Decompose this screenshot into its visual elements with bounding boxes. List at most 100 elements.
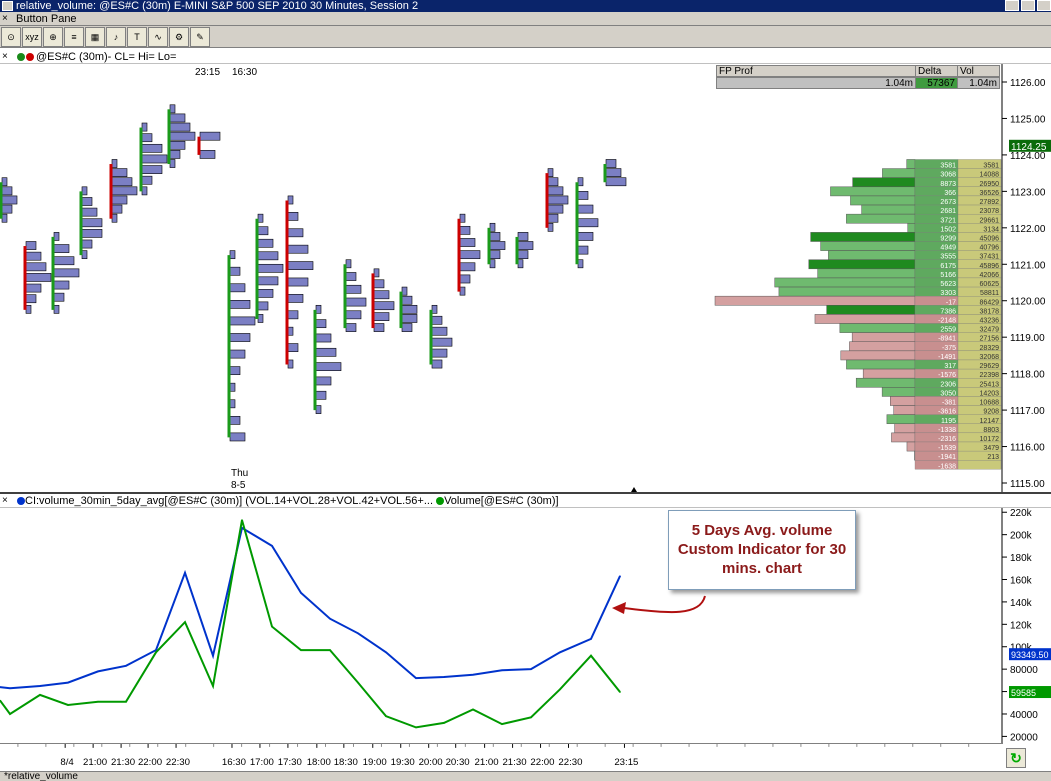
volume-profile-bar xyxy=(814,314,916,324)
avg-volume-line-point xyxy=(357,632,359,635)
price-tick-label: 1123.00 xyxy=(1010,187,1046,198)
close-window-button[interactable] xyxy=(1037,0,1051,11)
footprint-cell xyxy=(229,266,241,276)
footprint-cell xyxy=(229,366,241,376)
fp-prof-value: 1.04m xyxy=(716,77,916,89)
footprint-cell xyxy=(459,286,466,296)
workspace-tab[interactable]: *relative_volume xyxy=(4,772,78,781)
footprint-cell xyxy=(1,177,8,187)
volume-profile-bar xyxy=(906,159,916,169)
footprint-cell xyxy=(345,310,362,320)
volume-chart[interactable]: 220k200k180k160k140k120k100k800006000040… xyxy=(0,508,1051,743)
red-status-icon xyxy=(26,53,34,61)
volume-profile-bar xyxy=(851,332,916,342)
footprint-cell xyxy=(25,304,32,314)
footprint-cell xyxy=(53,256,75,266)
time-tick-label: 21:30 xyxy=(111,757,135,768)
volume-line-point xyxy=(329,649,331,651)
footprint-cell xyxy=(111,177,133,187)
footprint-cell xyxy=(287,277,309,287)
price-pane-close-icon[interactable]: × xyxy=(2,50,8,64)
refresh-icon[interactable]: ↻ xyxy=(1006,748,1026,768)
volume-line-point xyxy=(97,700,99,703)
maximize-button[interactable] xyxy=(1021,0,1035,11)
avg-volume-line-point xyxy=(300,592,302,594)
callout-arrow xyxy=(623,595,706,614)
volume-profile-bar xyxy=(907,223,916,233)
volume-profile-bar xyxy=(881,387,916,397)
footprint-cell xyxy=(257,251,279,261)
footprint-cell xyxy=(81,218,103,228)
footprint-cell xyxy=(257,213,264,223)
avg-volume-line-point xyxy=(212,654,214,657)
footprint-cell xyxy=(401,304,418,314)
footprint-cell xyxy=(111,186,138,196)
bell-icon[interactable]: ♪ xyxy=(106,27,126,47)
footprint-cell xyxy=(141,186,148,196)
list-icon[interactable]: ≡ xyxy=(64,27,84,47)
footprint-cell xyxy=(315,405,322,414)
minimize-button[interactable] xyxy=(1005,0,1019,11)
chart-icon[interactable]: ▦ xyxy=(85,27,105,47)
volume-line-point xyxy=(241,519,243,521)
volume-profile-bar xyxy=(861,204,916,215)
avg-volume-line-point xyxy=(530,668,532,670)
price-tick-label: 1116.00 xyxy=(1010,443,1045,454)
wave-icon[interactable]: ∿ xyxy=(148,27,168,47)
zoom-icon[interactable]: ⊙ xyxy=(1,27,21,47)
volume-profile-bar xyxy=(891,432,916,443)
button-pane-title: Button Pane xyxy=(16,13,77,25)
volume-line-point xyxy=(530,716,532,719)
time-tick-label: 19:30 xyxy=(391,757,415,768)
draw-icon[interactable]: ✎ xyxy=(190,27,210,47)
footprint-cell xyxy=(517,250,529,260)
window-title-bar: relative_volume: @ES#C (30m) E-MINI S&P … xyxy=(0,0,1051,12)
footprint-cell xyxy=(459,250,481,260)
green-series-icon xyxy=(436,497,445,505)
footprint-cell xyxy=(257,289,274,298)
footprint-cell xyxy=(373,290,390,300)
button-pane-close-icon[interactable]: × xyxy=(2,12,8,26)
window-title: relative_volume: @ES#C (30m) E-MINI S&P … xyxy=(16,0,419,12)
fp-prof-header: FP Prof xyxy=(716,65,916,77)
avg-volume-line-point xyxy=(125,664,127,667)
footprint-cell xyxy=(81,250,88,260)
gear-icon[interactable]: ⚙ xyxy=(169,27,189,47)
volume-tick-label: 80000 xyxy=(1010,665,1038,676)
footprint-cell xyxy=(229,416,241,425)
footprint-cell xyxy=(1,204,13,214)
footprint-cell xyxy=(229,250,236,260)
arrowhead-icon xyxy=(612,602,626,614)
title-icon[interactable]: T xyxy=(127,27,147,47)
footprint-cell xyxy=(577,232,594,241)
footprint-cell xyxy=(257,238,274,248)
footprint-cell xyxy=(141,165,163,174)
time-tick-label: 20:00 xyxy=(419,757,443,768)
footprint-cell xyxy=(459,238,476,247)
status-bar: *relative_volume xyxy=(0,771,1051,781)
price-tick-label: 1120.00 xyxy=(1010,297,1046,308)
footprint-cell xyxy=(489,259,496,269)
avg-volume-line-point xyxy=(97,670,99,673)
price-tick-label: 1121.00 xyxy=(1010,260,1046,271)
price-chart[interactable]: 1126.001125.001124.001123.001122.001121.… xyxy=(0,64,1051,492)
magnifier-icon[interactable]: ⊕ xyxy=(43,27,63,47)
callout-box: 5 Days Avg. volume Custom Indicator for … xyxy=(668,510,856,590)
footprint-cell xyxy=(1,213,8,223)
volume-line-point xyxy=(9,713,11,715)
footprint-cell xyxy=(1,195,18,205)
footprint-cell xyxy=(345,259,352,269)
footprint-cell xyxy=(141,154,168,164)
volume-profile-bar xyxy=(714,295,916,306)
volume-profile-bar xyxy=(808,259,916,270)
footprint-cell xyxy=(111,168,128,177)
footprint-cell xyxy=(315,362,342,371)
footprint-cell xyxy=(315,347,337,357)
footprint-cell xyxy=(81,207,98,217)
footprint-cell xyxy=(401,286,408,296)
xyz-icon[interactable]: xyz xyxy=(22,27,42,47)
footprint-cell xyxy=(81,229,103,238)
footprint-cell xyxy=(401,314,418,323)
time-tick-label: 21:30 xyxy=(502,757,526,768)
indicator-pane-close-icon[interactable]: × xyxy=(2,494,8,507)
